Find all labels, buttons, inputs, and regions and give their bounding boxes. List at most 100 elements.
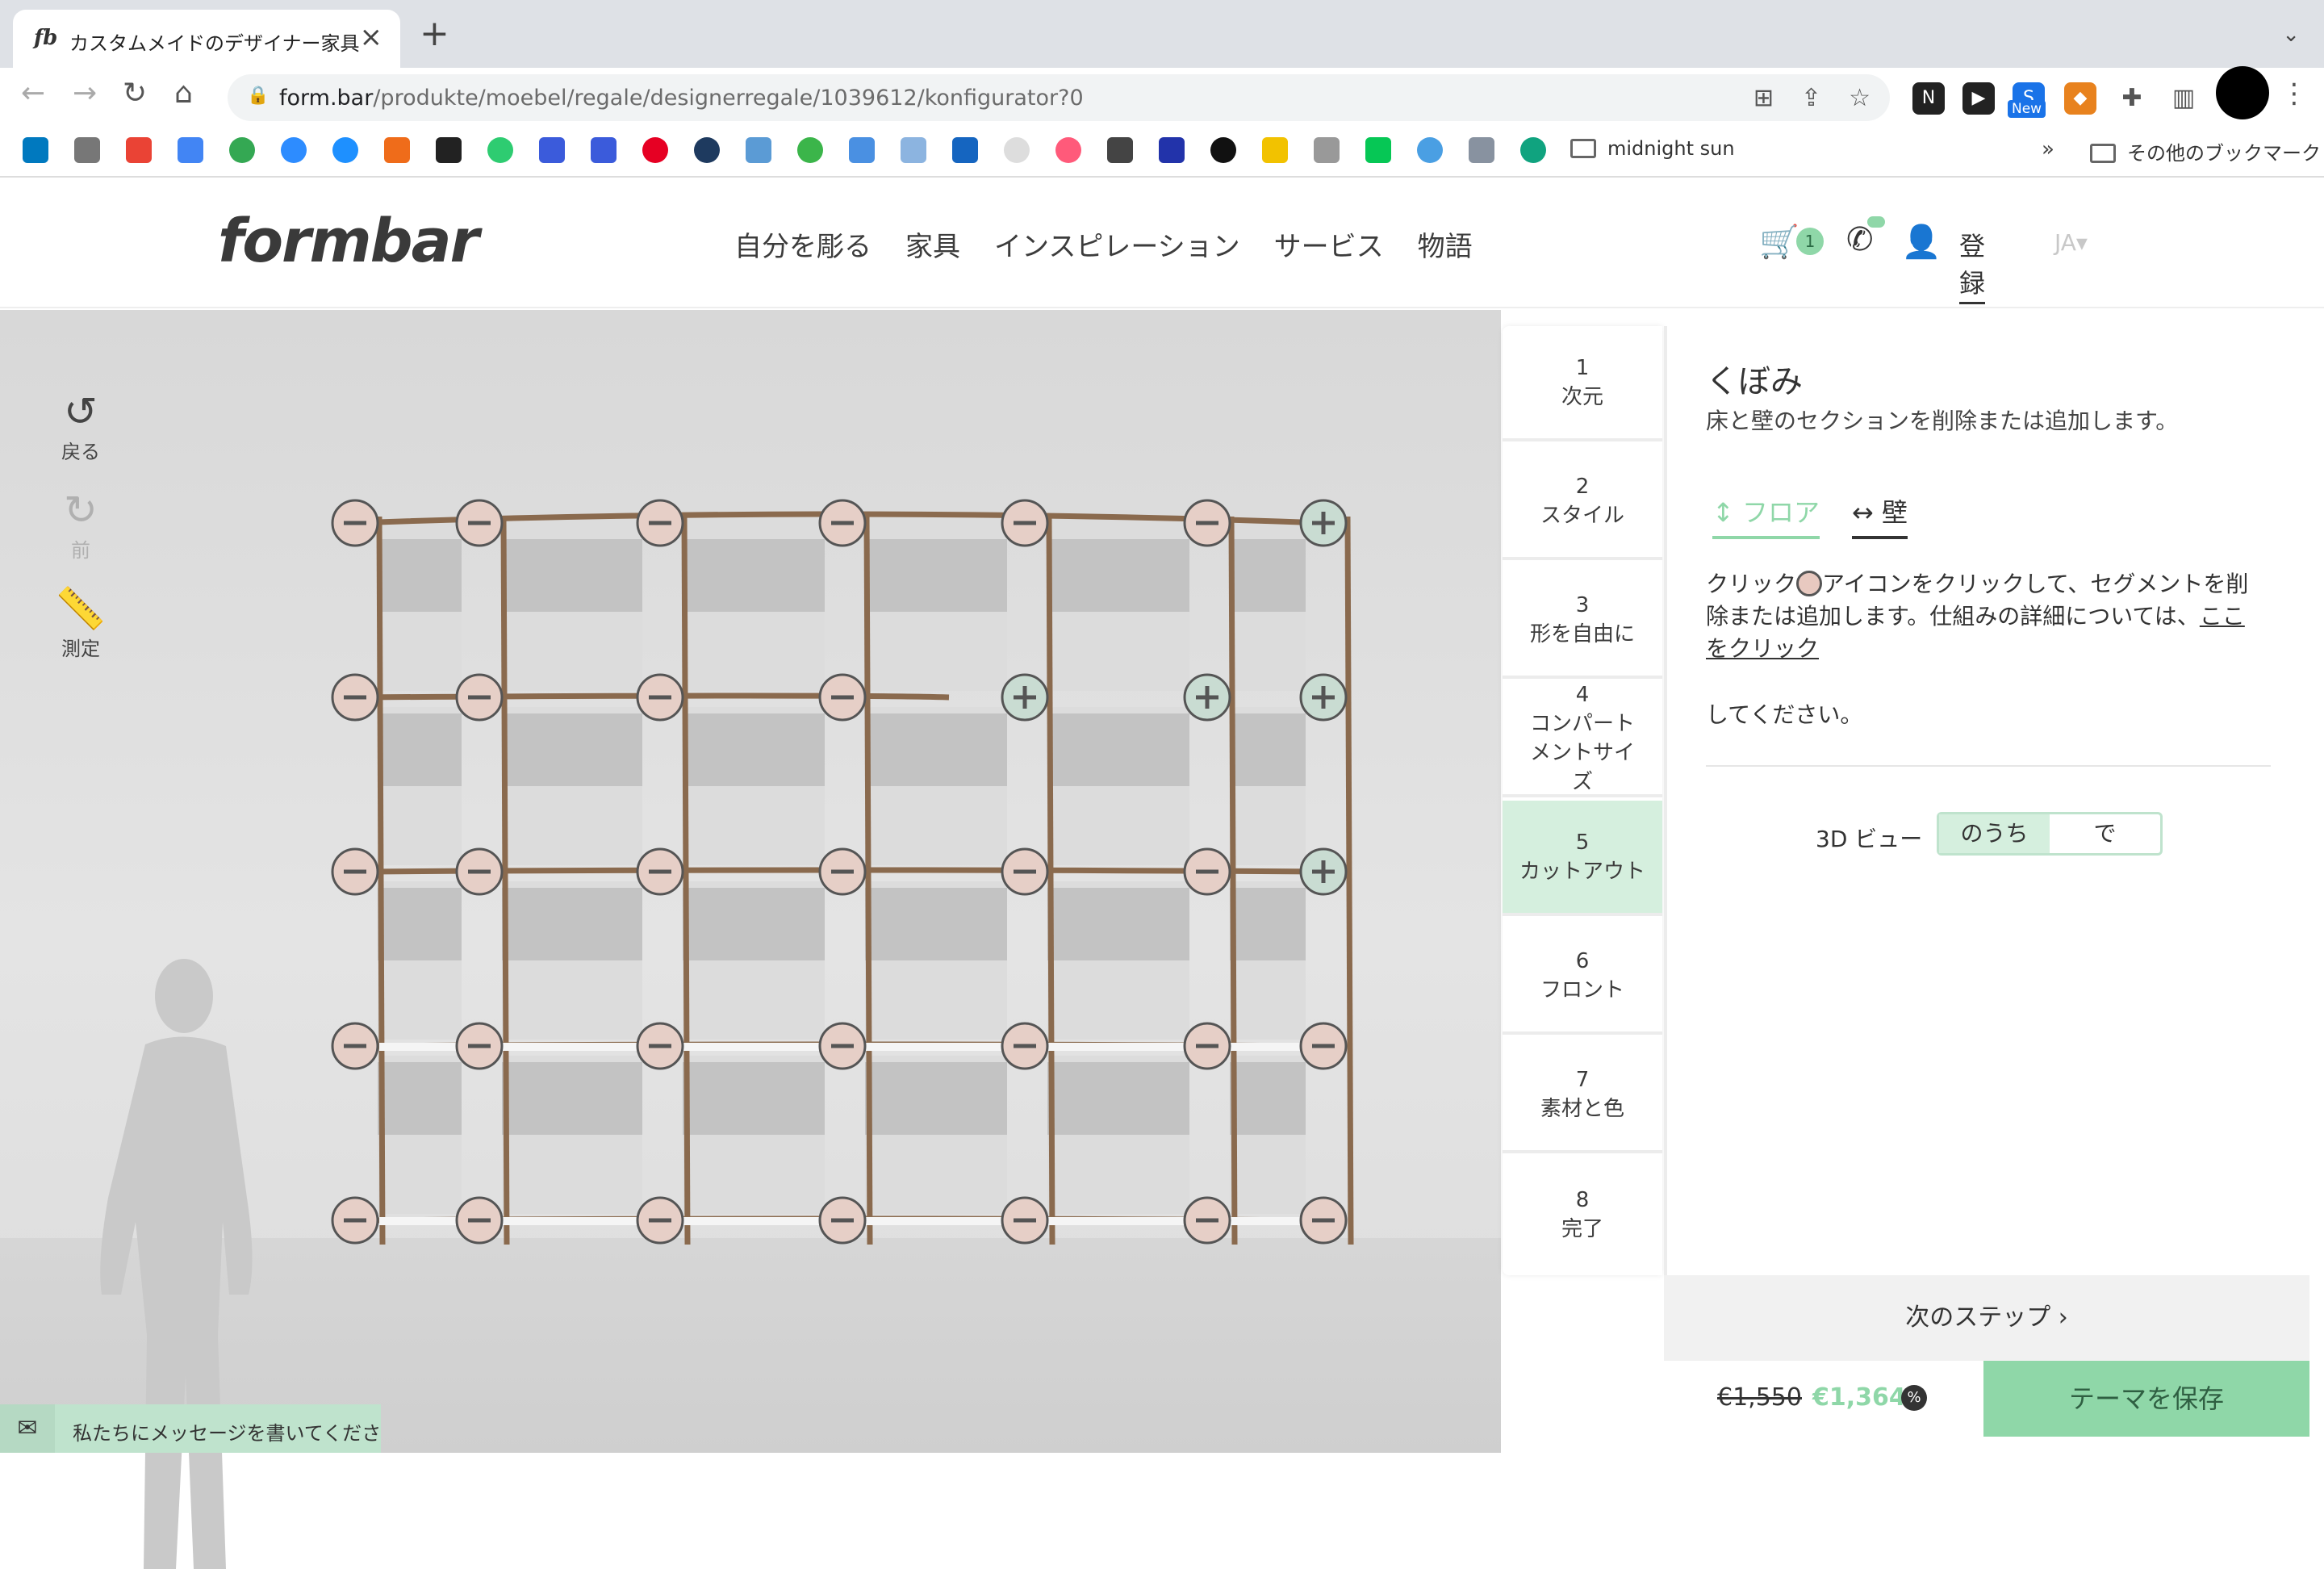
profile-avatar[interactable]	[2216, 66, 2269, 119]
step-2[interactable]: 2 スタイル	[1503, 445, 1662, 560]
lock-icon[interactable]: 🔒	[247, 86, 269, 106]
remove-segment-button[interactable]	[818, 499, 867, 547]
remove-segment-button[interactable]	[1001, 1022, 1049, 1070]
remove-segment-button[interactable]	[455, 499, 504, 547]
back-button[interactable]: ←	[21, 79, 45, 108]
remove-segment-button[interactable]	[818, 673, 867, 722]
bookmark-c-icon[interactable]	[332, 137, 358, 163]
nav-item-furniture[interactable]: 家具	[905, 224, 960, 264]
bookmark-arrow2-icon[interactable]	[591, 137, 617, 163]
remove-segment-button[interactable]	[331, 673, 379, 722]
database-bookmark-icon[interactable]	[74, 137, 100, 163]
add-segment-button[interactable]	[1001, 673, 1049, 722]
remove-segment-button[interactable]	[818, 1196, 867, 1245]
register-link[interactable]: 登録	[1959, 226, 1986, 304]
formbar-logo[interactable]: formbar	[218, 207, 479, 276]
nav-item-sculpt[interactable]: 自分を彫る	[734, 224, 872, 264]
measure-button[interactable]: 📏 測定	[48, 584, 113, 661]
bookmark-oo-icon[interactable]	[901, 137, 926, 163]
configurator-canvas[interactable]: ↺ 戻る ↻ 前 📏 測定	[0, 310, 1501, 1569]
bookmarks-overflow-icon[interactable]: »	[2042, 137, 2054, 161]
video-extension-icon[interactable]: ▶	[1962, 82, 1995, 115]
remove-segment-button[interactable]	[1001, 847, 1049, 896]
remove-segment-button[interactable]	[636, 1022, 684, 1070]
extensions-puzzle-icon[interactable]: ✚	[2116, 82, 2148, 115]
bookmark-pen-icon[interactable]	[1107, 137, 1133, 163]
step-7[interactable]: 7 素材と色	[1503, 1038, 1662, 1153]
bookmark-e-icon[interactable]	[952, 137, 978, 163]
bookmark-office-icon[interactable]	[1469, 137, 1494, 163]
add-segment-button[interactable]	[1299, 499, 1348, 547]
metamask-extension-icon[interactable]: ◆	[2064, 82, 2096, 115]
remove-segment-button[interactable]	[1183, 1022, 1231, 1070]
step-6[interactable]: 6 フロント	[1503, 919, 1662, 1035]
bookmark-camera-icon[interactable]	[1314, 137, 1340, 163]
remove-segment-button[interactable]	[636, 499, 684, 547]
zoom-bookmark-icon[interactable]	[281, 137, 307, 163]
view-3d-off-option[interactable]: で	[2050, 814, 2160, 853]
maps-bookmark-icon[interactable]	[229, 137, 255, 163]
remove-segment-button[interactable]	[331, 499, 379, 547]
shelf-model[interactable]	[0, 310, 1501, 1453]
close-tab-icon[interactable]: ×	[360, 21, 383, 53]
remove-segment-button[interactable]	[331, 847, 379, 896]
browser-tab[interactable]: fb カスタムメイドのデザイナー家具の ×	[13, 10, 400, 68]
bookmark-folder-midnight-sun[interactable]: midnight sun	[1570, 137, 1735, 160]
pinterest-bookmark-icon[interactable]	[642, 137, 668, 163]
add-segment-button[interactable]	[1183, 673, 1231, 722]
remove-segment-button[interactable]	[1183, 499, 1231, 547]
bookmark-arrow1-icon[interactable]	[539, 137, 565, 163]
add-segment-button[interactable]	[1299, 673, 1348, 722]
amazon-bookmark-icon[interactable]	[436, 137, 462, 163]
next-step-button[interactable]: 次のステップ ›	[1664, 1275, 2309, 1361]
remove-segment-button[interactable]	[455, 847, 504, 896]
undo-button[interactable]: ↺ 戻る	[48, 387, 113, 464]
new-tab-button[interactable]: +	[420, 16, 449, 52]
browser-menu-icon[interactable]: ⋮	[2280, 77, 2308, 110]
address-bar[interactable]: 🔒 form.bar/produkte/moebel/regale/design…	[228, 74, 1890, 121]
bookmark-flower-icon[interactable]	[1055, 137, 1081, 163]
remove-segment-button[interactable]	[1299, 1196, 1348, 1245]
remove-segment-button[interactable]	[1183, 847, 1231, 896]
user-icon[interactable]: 👤	[1901, 223, 1942, 261]
miro-bookmark-icon[interactable]	[1262, 137, 1288, 163]
nav-item-inspiration[interactable]: インスピレーション	[994, 224, 1240, 264]
view-3d-on-option[interactable]: のうち	[1939, 814, 2050, 853]
bookmark-star-icon[interactable]: ☆	[1849, 84, 1870, 112]
bookmark-asterisk-icon[interactable]	[487, 137, 513, 163]
bookmark-v-icon[interactable]	[384, 137, 410, 163]
remove-segment-button[interactable]	[455, 1022, 504, 1070]
tab-floor[interactable]: ↕ フロア	[1712, 492, 1820, 539]
sidepanel-icon[interactable]: ▥	[2167, 82, 2200, 115]
remove-segment-button[interactable]	[1001, 499, 1049, 547]
tab-wall[interactable]: ↔ 壁	[1852, 492, 1908, 539]
translate-icon[interactable]: ⊞	[1753, 84, 1774, 112]
bookmark-p-icon[interactable]	[797, 137, 823, 163]
share-icon[interactable]: ⇪	[1801, 84, 1821, 112]
remove-segment-button[interactable]	[818, 1022, 867, 1070]
other-bookmarks-folder[interactable]: その他のブックマーク	[2090, 137, 2321, 165]
remove-segment-button[interactable]	[818, 847, 867, 896]
trello-bookmark-icon[interactable]	[23, 137, 48, 163]
language-selector[interactable]: JA▾	[2054, 229, 2088, 256]
cart-icon[interactable]: 🛒	[1759, 223, 1799, 261]
forward-button[interactable]: →	[73, 79, 97, 108]
reload-button[interactable]: ↻	[123, 79, 147, 108]
remove-segment-button[interactable]	[455, 673, 504, 722]
add-segment-button[interactable]	[1299, 847, 1348, 896]
line-bookmark-icon[interactable]	[1365, 137, 1391, 163]
remove-segment-button[interactable]	[1299, 1022, 1348, 1070]
remove-segment-button[interactable]	[636, 847, 684, 896]
nav-item-service[interactable]: サービス	[1274, 224, 1384, 264]
notion-extension-icon[interactable]: N	[1912, 82, 1945, 115]
remove-segment-button[interactable]	[331, 1196, 379, 1245]
bookmark-ai-icon[interactable]	[1159, 137, 1185, 163]
remove-segment-button[interactable]	[636, 673, 684, 722]
remove-segment-button[interactable]	[1001, 1196, 1049, 1245]
remove-segment-button[interactable]	[455, 1196, 504, 1245]
remove-segment-button[interactable]	[636, 1196, 684, 1245]
nav-item-story[interactable]: 物語	[1418, 224, 1473, 264]
step-1[interactable]: 1 次元	[1503, 326, 1662, 441]
message-widget[interactable]: ✉ 私たちにメッセージを書いてくださ	[0, 1404, 381, 1453]
save-design-button[interactable]: テーマを保存	[1983, 1361, 2309, 1437]
